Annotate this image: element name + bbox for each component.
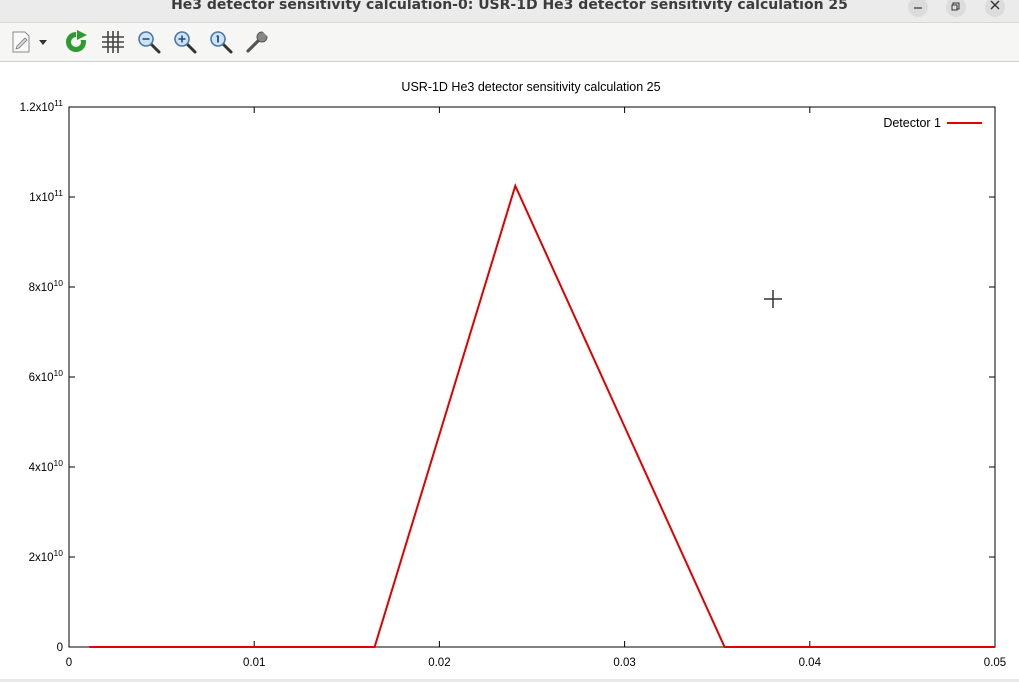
chart-title: USR-1D He3 detector sensitivity calculat… xyxy=(401,80,660,94)
toolbar xyxy=(0,23,1019,62)
zoom-reset-icon xyxy=(210,31,233,54)
window-titlebar: He3 detector sensitivity calculation-0: … xyxy=(0,0,1019,23)
export-dropdown[interactable] xyxy=(36,28,50,56)
legend-label: Detector 1 xyxy=(883,116,941,130)
zoom-reset-button[interactable] xyxy=(207,28,235,56)
maximize-button[interactable] xyxy=(946,0,966,17)
refresh-button[interactable] xyxy=(62,28,90,56)
close-icon xyxy=(990,0,1000,10)
export-button[interactable] xyxy=(7,28,35,56)
zoom-in-button[interactable] xyxy=(171,28,199,56)
export-icon xyxy=(12,31,30,53)
refresh-icon xyxy=(66,30,87,52)
dropdown-arrow-icon xyxy=(39,40,47,45)
x-tick-label: 0.04 xyxy=(799,657,822,669)
y-tick-label: 2x1010 xyxy=(29,548,64,564)
minimize-icon xyxy=(914,7,922,9)
close-button[interactable] xyxy=(985,0,1005,17)
y-tick-label: 0 xyxy=(57,642,63,654)
x-tick-label: 0.03 xyxy=(613,657,635,669)
plot-frame xyxy=(68,106,996,648)
window-title: He3 detector sensitivity calculation-0: … xyxy=(171,0,848,13)
x-tick-label: 0.05 xyxy=(984,657,1006,669)
restore-icon xyxy=(951,2,960,11)
y-tick-label: 8x1010 xyxy=(29,278,64,294)
chart[interactable]: USR-1D He3 detector sensitivity calculat… xyxy=(0,62,1019,679)
zoom-out-icon xyxy=(138,31,161,54)
plot-area[interactable]: USR-1D He3 detector sensitivity calculat… xyxy=(0,62,1019,682)
x-tick-label: 0.01 xyxy=(243,657,265,669)
crosshair-cursor xyxy=(764,290,782,308)
minimize-button[interactable] xyxy=(908,0,928,17)
zoom-in-icon xyxy=(174,31,197,54)
y-tick-label: 1x1011 xyxy=(29,188,63,204)
grid-icon xyxy=(102,31,124,53)
y-tick-label: 6x1010 xyxy=(29,368,64,384)
settings-button[interactable] xyxy=(243,28,271,56)
zoom-out-button[interactable] xyxy=(135,28,163,56)
settings-wrench-icon xyxy=(246,31,268,53)
y-tick-label: 4x1010 xyxy=(29,458,64,474)
series-line-detector-1 xyxy=(89,182,995,648)
y-tick-label: 1.2x1011 xyxy=(20,98,64,114)
grid-button[interactable] xyxy=(99,28,127,56)
x-tick-label: 0 xyxy=(66,657,72,669)
x-tick-label: 0.02 xyxy=(428,657,450,669)
